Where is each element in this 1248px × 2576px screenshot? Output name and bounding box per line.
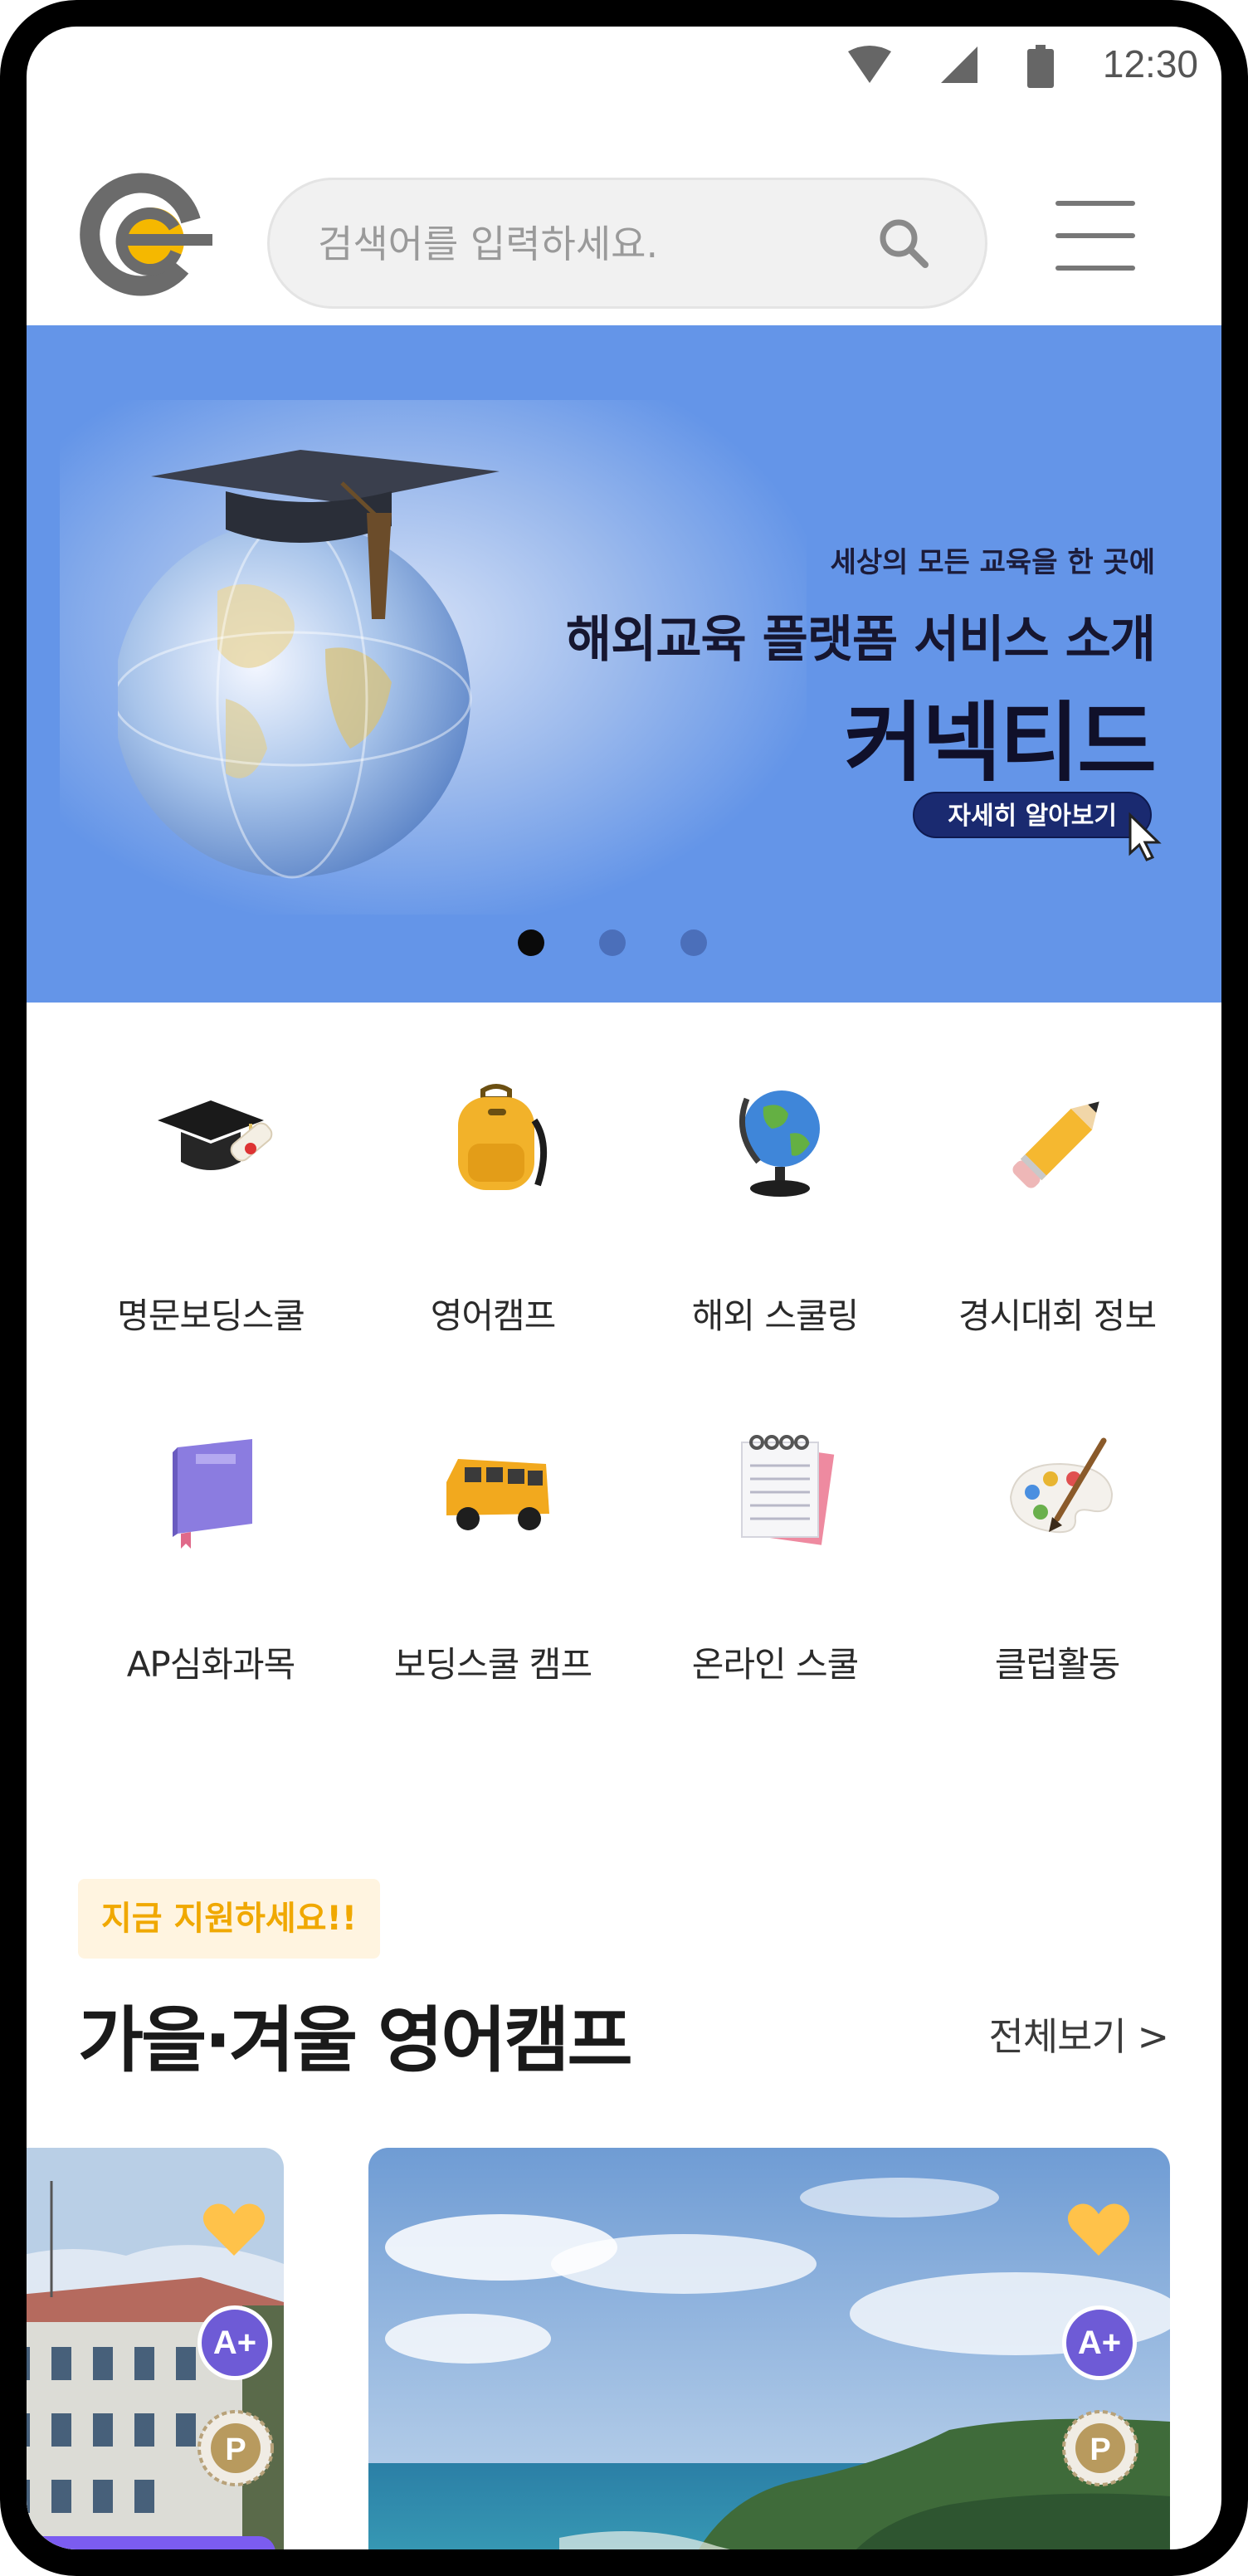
status-bar: 12:30 [27, 27, 1221, 126]
category-boarding-camp[interactable]: 보딩스쿨 캠프 [352, 1379, 634, 1728]
category-competition-info[interactable]: 경시대회 정보 [916, 1031, 1198, 1379]
category-club-activity[interactable]: 클럽활동 [916, 1379, 1198, 1728]
cursor-icon [1129, 812, 1162, 861]
category-online-school[interactable]: 온라인 스쿨 [634, 1379, 916, 1728]
phone-frame: 12:30 검색어를 입력하세요. 세상의 모든 교육을 한 곳에 해외교육 플… [0, 0, 1248, 2576]
learn-more-button[interactable]: 자세히 알아보기 [913, 792, 1152, 838]
school-bus-icon [446, 1459, 549, 1530]
wifi-icon [848, 46, 891, 83]
category-english-camp[interactable]: 영어캠프 [352, 1031, 634, 1379]
banner-title: 해외교육 플랫폼 서비스 소개 [565, 611, 1156, 669]
svg-text:P: P [225, 2432, 246, 2467]
category-label: 온라인 스쿨 [691, 1644, 860, 1685]
camp-card[interactable]: A+ P [368, 2148, 1170, 2549]
category-label: AP심화과목 [126, 1644, 296, 1685]
carousel-dot-2[interactable] [599, 929, 626, 956]
favorite-heart-icon[interactable] [1065, 2201, 1132, 2259]
cellular-signal-icon [941, 46, 977, 83]
pencil-icon [1012, 1101, 1099, 1188]
category-label: 보딩스쿨 캠프 [393, 1644, 592, 1685]
banner-brand-name: 커넥티드 [844, 692, 1157, 793]
category-ap-advanced[interactable]: AP심화과목 [70, 1379, 352, 1728]
camp-card[interactable]: A+ P [27, 2148, 284, 2549]
phone-screen: 12:30 검색어를 입력하세요. 세상의 모든 교육을 한 곳에 해외교육 플… [27, 27, 1221, 2549]
backpack-icon [458, 1084, 548, 1190]
premium-seal-icon: P [197, 2410, 274, 2486]
graduation-cap-diploma-icon [158, 1100, 273, 1170]
search-input[interactable] [318, 208, 849, 280]
category-grid: 명문보딩스쿨 영어캠프 해외 스쿨링 경시대회 정보 AP심화과목 보딩스쿨 캠… [27, 1031, 1221, 1744]
globe-icon [739, 1090, 820, 1197]
globe-graduation-cap-illustration [118, 450, 500, 879]
card-tag [27, 2536, 275, 2549]
category-label: 경시대회 정보 [958, 1295, 1157, 1336]
paint-palette-icon [1009, 1437, 1114, 1534]
section-title: 가을·겨울 영어캠프 [78, 1999, 633, 2082]
category-label: 영어캠프 [430, 1295, 557, 1336]
category-overseas-schooling[interactable]: 해외 스쿨링 [634, 1031, 916, 1379]
connected-logo[interactable] [75, 169, 216, 310]
category-boarding-school[interactable]: 명문보딩스쿨 [70, 1031, 352, 1379]
coastline-photo [368, 2148, 1170, 2549]
carousel-dot-1[interactable] [518, 929, 544, 956]
search-icon[interactable] [875, 215, 934, 273]
grade-badge: A+ [197, 2305, 272, 2380]
notepad-icon [741, 1435, 835, 1545]
category-label: 해외 스쿨링 [691, 1295, 860, 1336]
grade-badge: A+ [1062, 2305, 1137, 2380]
book-icon [173, 1439, 252, 1549]
apply-now-badge: 지금 지원하세요!! [78, 1879, 381, 1959]
category-label: 명문보딩스쿨 [117, 1295, 305, 1336]
svg-text:P: P [1090, 2432, 1110, 2467]
search-bar [267, 178, 987, 309]
carousel-pagination [27, 929, 1221, 958]
hero-banner[interactable]: 세상의 모든 교육을 한 곳에 해외교육 플랫폼 서비스 소개 커넥티드 자세히… [27, 325, 1221, 1003]
hamburger-menu-icon[interactable] [1052, 188, 1138, 284]
status-time: 12:30 [1102, 42, 1198, 85]
premium-seal-icon: P [1062, 2410, 1138, 2486]
app-header [27, 126, 1221, 352]
category-label: 클럽활동 [994, 1644, 1121, 1685]
view-all-link[interactable]: 전체보기 > [989, 2007, 1169, 2061]
battery-icon [1027, 45, 1054, 88]
banner-subtitle: 세상의 모든 교육을 한 곳에 [830, 546, 1155, 579]
carousel-dot-3[interactable] [680, 929, 707, 956]
favorite-heart-icon[interactable] [201, 2201, 267, 2259]
